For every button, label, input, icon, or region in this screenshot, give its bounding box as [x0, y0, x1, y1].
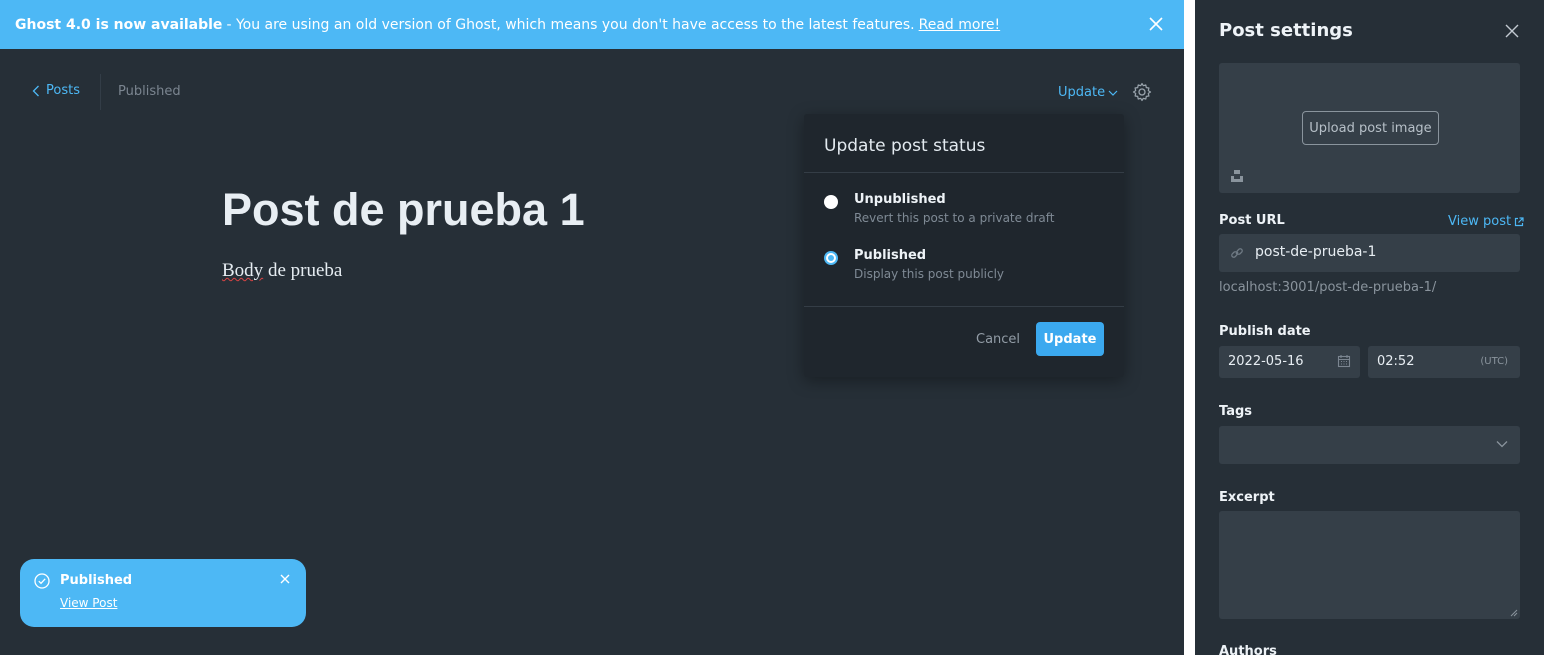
post-url-input[interactable]: post-de-prueba-1 [1219, 234, 1520, 272]
editor-toolbar: Posts Published Update [32, 74, 1152, 110]
body-first-word: Body [222, 260, 264, 281]
chevron-left-icon [32, 85, 39, 96]
post-url-value: post-de-prueba-1 [1255, 244, 1377, 260]
post-body[interactable]: Body de prueba [222, 260, 342, 282]
authors-label: Authors [1219, 644, 1277, 655]
update-banner: Ghost 4.0 is now available - You are usi… [0, 0, 1184, 49]
post-title[interactable]: Post de prueba 1 [222, 184, 585, 236]
chevron-down-icon [1496, 441, 1508, 448]
popover-title: Update post status [824, 136, 986, 156]
option-published[interactable]: Published Display this post publicly [824, 248, 1104, 292]
post-url-preview: localhost:3001/post-de-prueba-1/ [1219, 280, 1437, 295]
link-icon [1231, 248, 1243, 258]
excerpt-textarea[interactable] [1219, 511, 1520, 619]
view-post-label: View post [1448, 214, 1512, 229]
option-label: Published [854, 248, 927, 263]
check-circle-icon [34, 573, 50, 589]
panel-gutter [1184, 0, 1195, 655]
banner-headline: Ghost 4.0 is now available [15, 16, 223, 33]
external-link-icon [1514, 216, 1524, 226]
panel-title: Post settings [1219, 20, 1353, 41]
back-label: Posts [46, 83, 80, 98]
publish-date-label: Publish date [1219, 324, 1311, 339]
option-description: Display this post publicly [854, 267, 1005, 281]
body-rest: de prueba [263, 260, 343, 281]
popover-divider [804, 306, 1124, 307]
popover-divider [804, 172, 1124, 173]
toolbar-divider [100, 74, 101, 110]
update-trigger-label: Update [1058, 85, 1106, 100]
editor-pane: Ghost 4.0 is now available - You are usi… [0, 0, 1184, 655]
view-post-link[interactable]: View post [1448, 214, 1524, 229]
tags-label: Tags [1219, 404, 1253, 419]
resize-handle-icon[interactable] [1509, 608, 1518, 617]
toast-title: Published [60, 573, 133, 588]
post-status-label: Published [118, 84, 181, 99]
post-settings-panel: Post settings Upload post image Post URL… [1195, 0, 1544, 655]
toast-close-icon[interactable] [280, 574, 290, 584]
update-menu-trigger[interactable]: Update [1058, 85, 1118, 100]
published-radio[interactable] [824, 251, 838, 265]
close-icon[interactable] [1505, 24, 1519, 38]
banner-close-icon[interactable] [1146, 14, 1166, 34]
calendar-icon[interactable] [1337, 354, 1351, 368]
banner-text: - You are using an old version of Ghost,… [226, 16, 915, 33]
back-to-posts-link[interactable]: Posts [32, 83, 80, 98]
option-unpublished[interactable]: Unpublished Revert this post to a privat… [824, 192, 1104, 236]
publish-time-input[interactable]: 02:52 (UTC) [1368, 346, 1520, 378]
post-url-label: Post URL [1219, 213, 1285, 228]
timezone-label: (UTC) [1480, 356, 1508, 367]
option-label: Unpublished [854, 192, 946, 207]
tags-select[interactable] [1219, 426, 1520, 464]
publish-date-value: 2022-05-16 [1228, 354, 1304, 369]
upload-post-image-button[interactable]: Upload post image [1302, 111, 1439, 145]
post-image-dropzone[interactable]: Upload post image [1219, 63, 1520, 193]
update-button[interactable]: Update [1036, 322, 1104, 356]
excerpt-label: Excerpt [1219, 490, 1275, 505]
cancel-button[interactable]: Cancel [976, 332, 1020, 347]
publish-time-value: 02:52 [1377, 354, 1415, 369]
option-description: Revert this post to a private draft [854, 211, 1055, 225]
chevron-down-icon [1108, 90, 1118, 96]
toast-view-post-link[interactable]: View Post [60, 596, 117, 610]
publish-date-input[interactable]: 2022-05-16 [1219, 346, 1360, 378]
banner-read-more-link[interactable]: Read more! [919, 17, 1001, 33]
unpublished-radio[interactable] [824, 195, 838, 209]
settings-gear-icon[interactable] [1132, 82, 1152, 106]
update-status-popover: Update post status Unpublished Revert th… [804, 114, 1124, 377]
published-toast: Published View Post [20, 559, 306, 627]
unsplash-icon[interactable] [1230, 169, 1244, 183]
